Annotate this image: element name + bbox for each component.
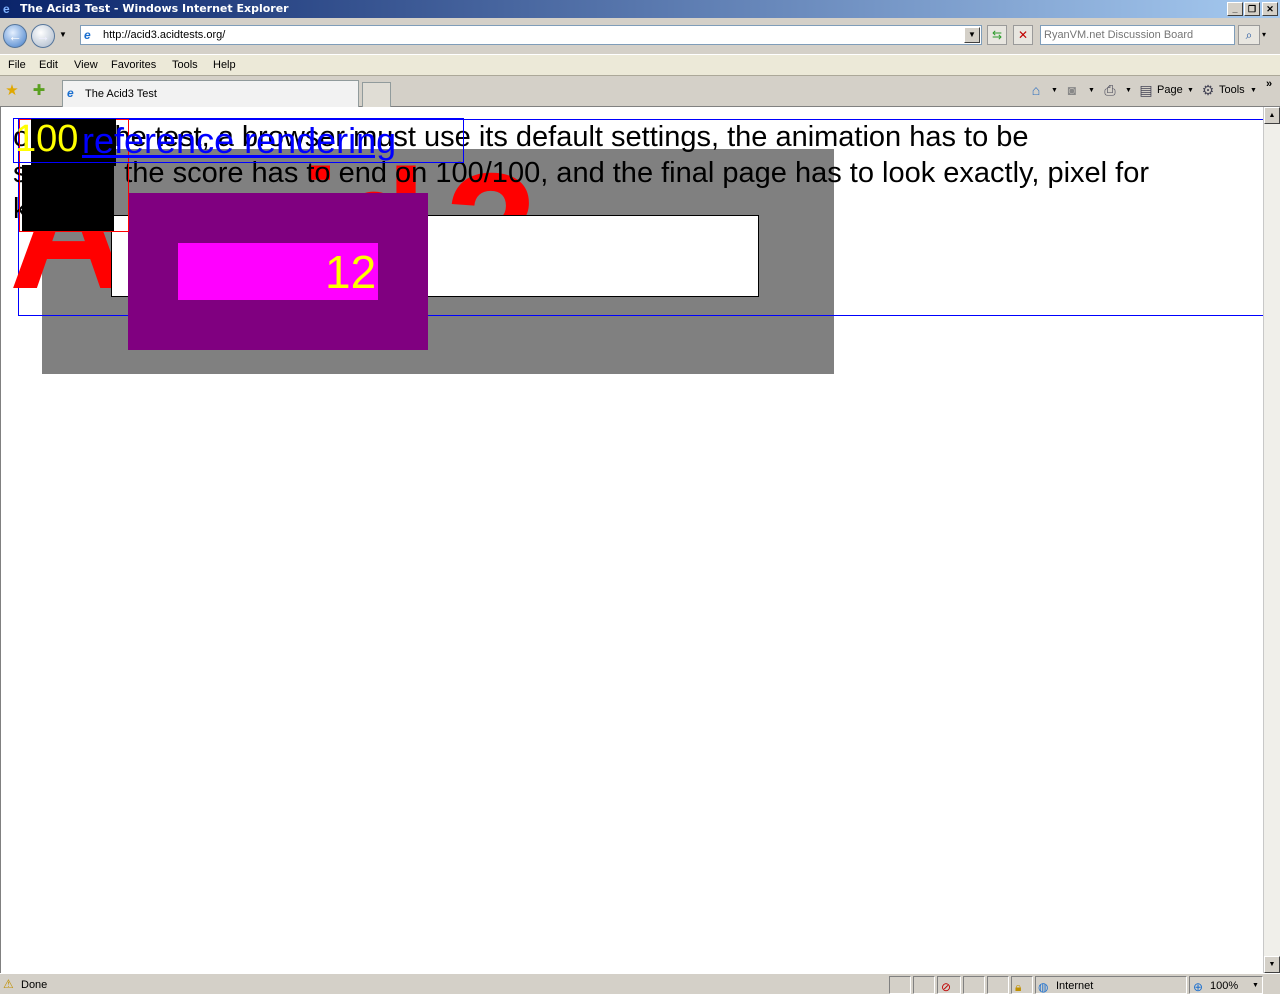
title-bar: e The Acid3 Test - Windows Internet Expl… (0, 0, 1280, 18)
security-lock-icon: 🔒︎ (1015, 980, 1022, 994)
search-field[interactable] (1040, 25, 1235, 45)
tab-acid3[interactable]: e The Acid3 Test (62, 80, 359, 107)
zoom-icon: ⊕ (1193, 980, 1204, 994)
favorites-star-icon[interactable]: ★ (3, 82, 21, 100)
page-icon: ▤ (1139, 82, 1153, 98)
globe-icon: ◍ (1038, 980, 1049, 994)
status-pane-5 (987, 976, 1009, 994)
search-options-icon[interactable]: ▾ (1262, 30, 1266, 39)
status-text: Done (21, 979, 48, 991)
print-dropdown-icon[interactable]: ▼ (1125, 87, 1132, 94)
scroll-up-icon[interactable]: ▲ (1264, 107, 1280, 124)
search-icon[interactable]: ⌕ (1238, 25, 1260, 45)
feeds-dropdown-icon[interactable]: ▼ (1088, 87, 1095, 94)
menu-help[interactable]: Help (213, 59, 236, 71)
home-dropdown-icon[interactable]: ▼ (1051, 87, 1058, 94)
page-menu[interactable]: Page (1157, 84, 1183, 96)
status-pane-6[interactable]: 🔒︎ (1011, 976, 1033, 994)
ie-page-icon: e (67, 86, 74, 100)
history-dropdown-icon[interactable]: ▼ (59, 30, 67, 39)
window-title: The Acid3 Test - Windows Internet Explor… (20, 2, 289, 15)
tools-menu[interactable]: Tools (1219, 84, 1245, 96)
zone-text: Internet (1056, 980, 1094, 992)
add-favorites-icon[interactable]: ✚ (30, 82, 48, 100)
status-pane-3: ⊘ (937, 976, 961, 994)
reference-rendering-link[interactable]: reference rendering (82, 121, 396, 161)
home-icon[interactable]: ⌂ (1027, 81, 1045, 99)
tools-dropdown-icon[interactable]: ▼ (1250, 87, 1257, 94)
close-button[interactable]: ✕ (1262, 2, 1278, 16)
back-button[interactable]: ← (3, 24, 27, 48)
warning-icon: ⚠ (3, 977, 14, 991)
menu-bar: File Edit View Favorites Tools Help (0, 54, 1280, 76)
feeds-icon[interactable]: ◙ (1063, 81, 1081, 99)
blocked-icon: ⊘ (941, 980, 952, 994)
restore-button[interactable]: ❐ (1244, 2, 1260, 16)
ie-logo-icon: e (3, 2, 10, 16)
status-pane-1 (889, 976, 911, 994)
black-block-bottom (22, 165, 114, 231)
print-icon[interactable]: ⎙ (1101, 81, 1119, 99)
search-input[interactable] (1041, 26, 1234, 44)
status-pane-4 (963, 976, 985, 994)
tab-bar: ★ ✚ e The Acid3 Test ⌂ ▼ ◙ ▼ ⎙ ▼ ▤ Page … (0, 76, 1280, 107)
vertical-scrollbar[interactable]: ▲ ▼ (1263, 107, 1280, 973)
menu-tools[interactable]: Tools (172, 59, 198, 71)
new-tab-button[interactable] (362, 82, 391, 107)
gear-icon: ⚙ (1201, 82, 1215, 98)
inner-score-text: 12 (325, 246, 377, 298)
web-content: A id 3 o pass the test, a browser must u… (0, 107, 1263, 973)
menu-favorites[interactable]: Favorites (111, 59, 156, 71)
scroll-down-icon[interactable]: ▼ (1264, 956, 1280, 973)
address-toolbar: ← → ▼ e http://acid3.acidtests.org/ ▼ ⇆ … (0, 18, 1280, 54)
zoom-pane[interactable]: ⊕ 100% ▼ (1189, 976, 1263, 994)
menu-edit[interactable]: Edit (39, 59, 58, 71)
status-bar: ⚠ Done ⊘ 🔒︎ ◍ Internet ⊕ 100% ▼ (0, 973, 1280, 994)
chevron-more-icon[interactable]: » (1266, 78, 1272, 90)
status-pane-2 (913, 976, 935, 994)
menu-view[interactable]: View (74, 59, 98, 71)
zone-pane[interactable]: ◍ Internet (1035, 976, 1187, 994)
zoom-dropdown-icon[interactable]: ▼ (1252, 982, 1259, 989)
ie-page-icon: e (84, 28, 91, 42)
address-dropdown-icon[interactable]: ▼ (964, 27, 980, 43)
address-field[interactable]: e http://acid3.acidtests.org/ ▼ (80, 25, 982, 45)
minimize-button[interactable]: _ (1227, 2, 1243, 16)
forward-button[interactable]: → (31, 24, 55, 48)
menu-file[interactable]: File (8, 59, 26, 71)
stop-button[interactable]: ✕ (1013, 25, 1033, 45)
page-dropdown-icon[interactable]: ▼ (1187, 87, 1194, 94)
url-text: http://acid3.acidtests.org/ (103, 29, 226, 41)
tab-label: The Acid3 Test (85, 88, 157, 100)
refresh-button[interactable]: ⇆ (987, 25, 1007, 45)
zoom-text: 100% (1210, 980, 1239, 992)
